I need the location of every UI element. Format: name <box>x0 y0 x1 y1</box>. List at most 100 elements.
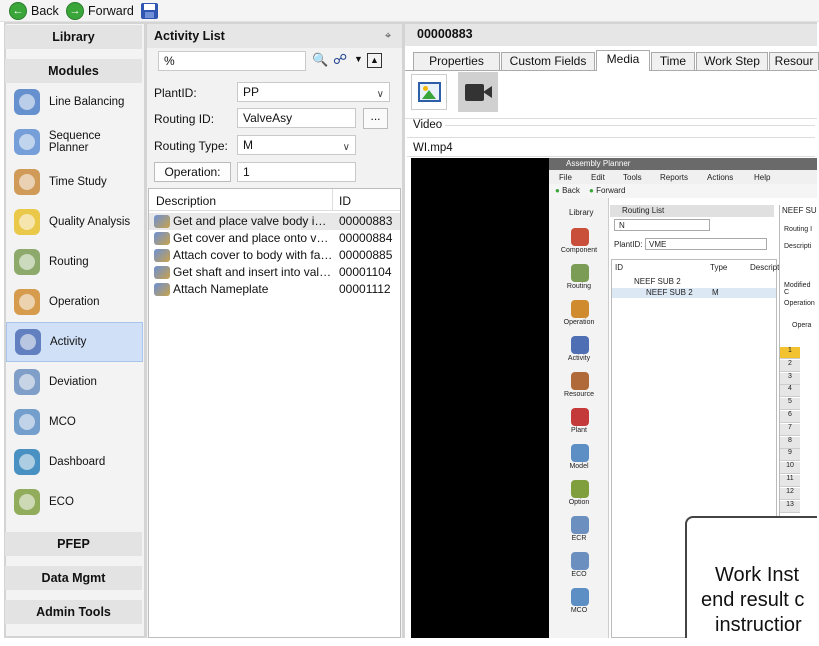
nav-item-label: Deviation <box>49 376 97 388</box>
embedded-row-number: 8 <box>780 436 800 449</box>
chevron-down-icon: ∨ <box>342 142 350 153</box>
routing-id-label: Routing ID: <box>154 112 215 126</box>
nav-item-sequence-planner[interactable]: Sequence Planner <box>6 122 143 162</box>
routing-type-value: M <box>243 138 253 152</box>
save-icon[interactable] <box>141 3 158 19</box>
media-file-row[interactable]: WI.mp4 <box>407 137 815 157</box>
nav-item-eco[interactable]: ECO <box>6 482 143 522</box>
row-id: 00001112 <box>339 282 391 296</box>
nav-pfep[interactable]: PFEP <box>5 532 142 556</box>
back-button[interactable]: ← Back <box>9 2 59 20</box>
video-section: Video <box>405 118 817 132</box>
nav-item-label: ECO <box>49 496 74 508</box>
embedded-menubar: File Edit Tools Reports Actions Help <box>549 170 817 184</box>
table-row[interactable]: Get and place valve body into fi... 00000… <box>149 213 400 230</box>
row-id: 00001104 <box>339 265 392 279</box>
routing-type-label: Routing Type: <box>154 139 228 153</box>
embedded-row-number: 13 <box>780 500 800 513</box>
embedded-routing-list-title: Routing List <box>622 206 665 215</box>
nav-item-routing[interactable]: Routing <box>6 242 143 282</box>
nav-item-deviation[interactable]: Deviation <box>6 362 143 402</box>
sequence-planner-icon <box>11 126 43 158</box>
routing-id-field[interactable]: ValveAsy <box>237 108 356 128</box>
nav-item-dashboard[interactable]: Dashboard <box>6 442 143 482</box>
time-study-icon <box>11 166 43 198</box>
forward-button[interactable]: → Forward <box>66 2 134 20</box>
table-row[interactable]: Attach cover to body with faste... 000008… <box>149 247 400 264</box>
binoculars-icon[interactable]: ☍ <box>333 51 347 68</box>
operation-field[interactable]: 1 <box>237 162 356 182</box>
tab-custom-fields[interactable]: Custom Fields <box>501 52 595 70</box>
nav-item-line-balancing[interactable]: Line Balancing <box>6 82 143 122</box>
collapse-icon[interactable]: ▲ <box>367 53 382 68</box>
plant-select[interactable]: PP ∨ <box>237 82 390 102</box>
nav-item-label: MCO <box>49 416 76 428</box>
embedded-row-number: 1 <box>780 347 800 359</box>
nav-item-label: Line Balancing <box>49 96 125 108</box>
forward-label: Forward <box>88 4 134 18</box>
embedded-side-label: Option <box>568 499 590 506</box>
operation-icon <box>11 286 43 318</box>
image-media-button[interactable] <box>411 74 447 110</box>
table-row[interactable]: Attach Nameplate 00001112 <box>149 281 400 298</box>
video-frame-content: Assembly Planner File Edit Tools Reports Act… <box>549 158 817 638</box>
table-row[interactable]: Get cover and place onto valve... 0000088… <box>149 230 400 247</box>
embedded-menu-item: Reports <box>660 173 689 182</box>
tab-time[interactable]: Time <box>651 52 695 70</box>
nav-library[interactable]: Library <box>5 25 142 49</box>
embedded-menu-item: File <box>559 173 572 182</box>
pin-icon[interactable]: ⌖ <box>385 30 391 43</box>
embedded-toolbar: ● Back ● Forward <box>549 184 817 198</box>
table-row[interactable]: Get shaft and insert into valve b... 0000… <box>149 264 400 281</box>
chevron-down-icon: ∨ <box>376 89 384 100</box>
nav-item-label: Sequence Planner <box>48 130 101 154</box>
embedded-row-number: 10 <box>780 462 800 475</box>
nav-modules[interactable]: Modules <box>5 59 142 83</box>
nav-item-quality-analysis[interactable]: Quality Analysis <box>6 202 143 242</box>
embedded-side-label: ECO <box>571 571 587 578</box>
embedded-side-label: Resource <box>564 391 594 398</box>
activity-icon <box>154 215 170 228</box>
embedded-search: N <box>614 219 710 231</box>
embedded-row-number: 11 <box>780 475 800 487</box>
nav-admin-tools[interactable]: Admin Tools <box>5 600 142 624</box>
embedded-side-label: MCO <box>570 607 588 614</box>
row-description: Get cover and place onto valve... <box>173 231 333 245</box>
embedded-row-number: 4 <box>780 385 800 398</box>
embedded-plant-icon <box>571 408 589 426</box>
nav-item-activity[interactable]: Activity <box>6 322 143 362</box>
routing-type-select[interactable]: M ∨ <box>237 135 356 155</box>
row-description: Get and place valve body into fi... <box>173 214 333 228</box>
column-header-description[interactable]: Description <box>156 194 216 208</box>
tab-resour[interactable]: Resour <box>769 52 819 70</box>
forward-arrow-icon: → <box>66 2 84 20</box>
operation-button[interactable]: Operation: <box>154 162 231 182</box>
embedded-title: Assembly Planner <box>566 159 631 168</box>
back-label: Back <box>31 4 59 18</box>
embedded-side-label: Routing <box>566 283 592 290</box>
chevron-down-icon[interactable]: ▼ <box>354 54 363 64</box>
embedded-row-number: 2 <box>780 359 800 372</box>
search-input[interactable]: % <box>158 51 306 71</box>
embedded-row-number: 6 <box>780 411 800 423</box>
nav-item-operation[interactable]: Operation <box>6 282 143 322</box>
embedded-option-icon <box>571 480 589 498</box>
video-media-button[interactable] <box>458 72 498 112</box>
activity-icon <box>154 283 170 296</box>
nav-data-mgmt[interactable]: Data Mgmt <box>5 566 142 590</box>
nav-item-mco[interactable]: MCO <box>6 402 143 442</box>
embedded-activity-icon <box>571 336 589 354</box>
top-toolbar: ← Back → Forward <box>0 0 819 22</box>
find-icon[interactable]: 🔍 <box>312 52 328 68</box>
nav-item-time-study[interactable]: Time Study <box>6 162 143 202</box>
browse-button[interactable]: ... <box>363 108 388 129</box>
embedded-eco-icon <box>571 552 589 570</box>
embedded-library: Library <box>569 208 594 217</box>
embedded-side-label: Component <box>560 247 598 254</box>
column-header-id[interactable]: ID <box>339 194 351 208</box>
activity-icon <box>154 232 170 245</box>
tab-properties[interactable]: Properties <box>413 52 500 70</box>
tab-work-step[interactable]: Work Step <box>696 52 768 70</box>
tab-media[interactable]: Media <box>596 50 650 71</box>
row-id: 00000883 <box>339 214 393 228</box>
